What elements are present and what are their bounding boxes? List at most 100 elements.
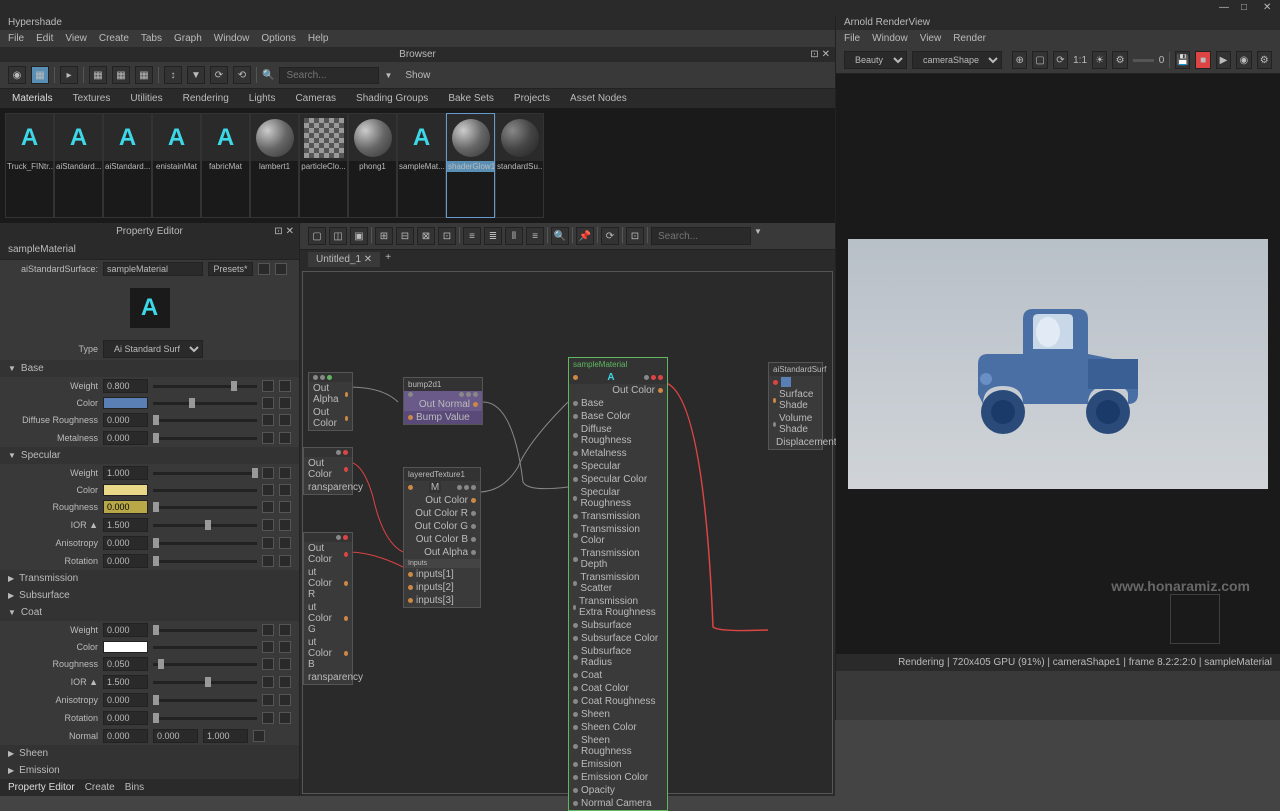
tab-prop-editor[interactable]: Property Editor	[8, 782, 75, 793]
tab-textures[interactable]: Textures	[69, 91, 115, 106]
coat-aniso-input[interactable]	[103, 693, 148, 707]
tool-material-icon[interactable]: ▦	[31, 66, 49, 84]
tab-asset-nodes[interactable]: Asset Nodes	[566, 91, 631, 106]
tool-filter-icon[interactable]: ▼	[187, 66, 205, 84]
arnold-menu-file[interactable]: File	[844, 33, 860, 44]
arnold-menu-window[interactable]: Window	[872, 33, 908, 44]
menu-help[interactable]: Help	[308, 33, 329, 44]
coat-norm3-input[interactable]	[203, 729, 248, 743]
diffuse-roughness-input[interactable]	[103, 413, 148, 427]
section-specular[interactable]: ▼Specular	[0, 447, 299, 464]
maximize-button[interactable]: □	[1241, 2, 1253, 14]
material-swatch[interactable]: shaderGlow1	[446, 113, 495, 218]
tab-lights[interactable]: Lights	[245, 91, 280, 106]
spec-color-swatch[interactable]	[103, 484, 148, 496]
graph-search-input[interactable]	[651, 227, 751, 245]
presets-button[interactable]: Presets*	[208, 262, 253, 276]
minimize-button[interactable]: —	[1219, 2, 1231, 14]
focus-icon[interactable]	[258, 263, 270, 275]
close-button[interactable]: ✕	[1263, 2, 1275, 14]
camera-dropdown[interactable]: cameraShape1	[912, 51, 1002, 69]
graph-layout1-icon[interactable]: ≡	[463, 227, 481, 245]
render-crosshair-icon[interactable]: ⊕	[1012, 51, 1027, 69]
menu-window[interactable]: Window	[214, 33, 250, 44]
material-swatch[interactable]: AaiStandard...	[54, 113, 103, 218]
graph-pin-icon[interactable]: 📌	[576, 227, 594, 245]
material-swatch[interactable]: particleClo...	[299, 113, 348, 218]
map-icon[interactable]	[262, 380, 274, 392]
material-swatch[interactable]: phong1	[348, 113, 397, 218]
tool-refresh-icon[interactable]: ⟳	[210, 66, 228, 84]
menu-file[interactable]: File	[8, 33, 24, 44]
section-base[interactable]: ▼Base	[0, 360, 299, 377]
render-ratio[interactable]: 1:1	[1073, 55, 1087, 66]
exposure-slider[interactable]	[1133, 59, 1154, 62]
browser-dock-icon[interactable]: ⊡	[810, 49, 818, 60]
coat-color-swatch[interactable]	[103, 641, 148, 653]
render-settings-icon[interactable]: ⚙	[1257, 51, 1272, 69]
show-label[interactable]: Show	[405, 70, 430, 81]
material-swatch[interactable]: standardSu...	[495, 113, 544, 218]
render-save-icon[interactable]: 💾	[1175, 51, 1190, 69]
render-stop-icon[interactable]: ■	[1195, 51, 1210, 69]
base-weight-slider[interactable]	[153, 385, 257, 388]
base-color-slider[interactable]	[153, 402, 257, 405]
graph-tool1-icon[interactable]: ▢	[308, 227, 326, 245]
graph-tool4-icon[interactable]: ⊞	[375, 227, 393, 245]
graph-tool7-icon[interactable]: ⊡	[438, 227, 456, 245]
coat-ior-input[interactable]	[103, 675, 148, 689]
tab-utilities[interactable]: Utilities	[126, 91, 166, 106]
graph-tool3-icon[interactable]: ▣	[350, 227, 368, 245]
graph-tool6-icon[interactable]: ⊠	[417, 227, 435, 245]
tool-grid1-icon[interactable]: ▦	[89, 66, 107, 84]
spec-roughness-input[interactable]	[103, 500, 148, 514]
tab-rendering[interactable]: Rendering	[179, 91, 233, 106]
section-emission[interactable]: ▶Emission	[0, 762, 299, 779]
tool-grid3-icon[interactable]: ▦	[135, 66, 153, 84]
metalness-input[interactable]	[103, 431, 148, 445]
material-swatch[interactable]: lambert1	[250, 113, 299, 218]
render-play-icon[interactable]: ▶	[1216, 51, 1231, 69]
tab-create[interactable]: Create	[85, 782, 115, 793]
node-graph-canvas[interactable]: Out Alpha Out Color bump2d1 Out Normal B…	[302, 271, 833, 794]
graph-add-tab[interactable]: +	[385, 252, 391, 267]
coat-rough-input[interactable]	[103, 657, 148, 671]
search-input[interactable]	[279, 67, 379, 84]
menu-view[interactable]: View	[65, 33, 87, 44]
section-transmission[interactable]: ▶Transmission	[0, 570, 299, 587]
base-weight-input[interactable]	[103, 379, 148, 393]
arnold-menu-render[interactable]: Render	[953, 33, 986, 44]
node-shading-group[interactable]: aiStandardSurf Surface Shade Volume Shad…	[768, 362, 823, 450]
material-swatch[interactable]: AsampleMat...	[397, 113, 446, 218]
section-sheen[interactable]: ▶Sheen	[0, 745, 299, 762]
menu-edit[interactable]: Edit	[36, 33, 53, 44]
show-icon[interactable]	[275, 263, 287, 275]
graph-tab[interactable]: Untitled_1 ✕	[308, 252, 380, 267]
node-bump2d[interactable]: bump2d1 Out Normal Bump Value	[403, 377, 483, 425]
tab-shading-groups[interactable]: Shading Groups	[352, 91, 432, 106]
render-refresh-icon[interactable]: ⟳	[1053, 51, 1068, 69]
spec-aniso-input[interactable]	[103, 536, 148, 550]
graph-tool5-icon[interactable]: ⊟	[396, 227, 414, 245]
coat-norm2-input[interactable]	[153, 729, 198, 743]
graph-frame-icon[interactable]: ⊡	[626, 227, 644, 245]
node-sample-material[interactable]: sampleMaterial A Out Color BaseBase Colo…	[568, 357, 668, 811]
graph-layout2-icon[interactable]: ≣	[484, 227, 502, 245]
material-swatch[interactable]: AenistainMat	[152, 113, 201, 218]
menu-options[interactable]: Options	[261, 33, 295, 44]
render-gear-icon[interactable]: ⚙	[1112, 51, 1127, 69]
prop-close-icon[interactable]: ✕	[286, 226, 294, 237]
aov-dropdown[interactable]: Beauty	[844, 51, 907, 69]
prop-dock-icon[interactable]: ⊡	[274, 226, 282, 237]
menu-tabs[interactable]: Tabs	[141, 33, 162, 44]
tab-bake-sets[interactable]: Bake Sets	[444, 91, 498, 106]
material-swatch[interactable]: AfabricMat	[201, 113, 250, 218]
spec-weight-input[interactable]	[103, 466, 148, 480]
graph-layout4-icon[interactable]: ≡	[526, 227, 544, 245]
tool-node-icon[interactable]: ◉	[8, 66, 26, 84]
tool-io-icon[interactable]: ▸	[60, 66, 78, 84]
material-swatch[interactable]: ATruck_FINtr...	[5, 113, 54, 218]
material-swatch[interactable]: AaiStandard...	[103, 113, 152, 218]
browser-close-icon[interactable]: ✕	[822, 49, 830, 60]
tab-projects[interactable]: Projects	[510, 91, 554, 106]
